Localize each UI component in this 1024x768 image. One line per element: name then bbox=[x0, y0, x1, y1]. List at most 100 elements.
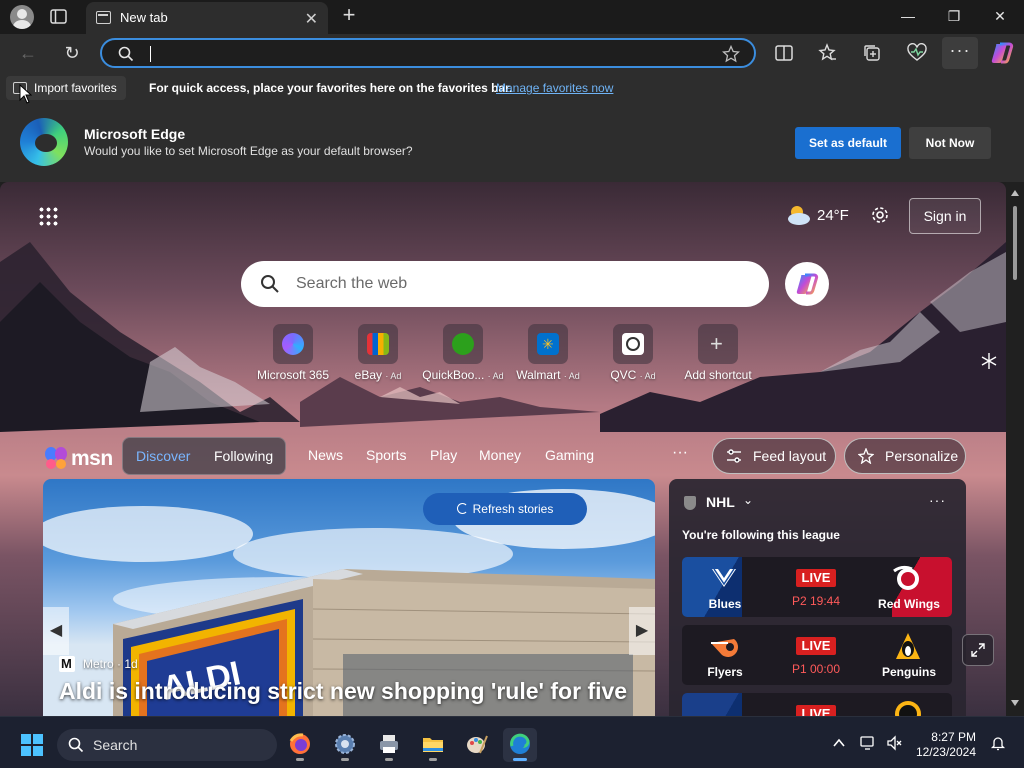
address-search-icon bbox=[118, 46, 134, 62]
quick-link-quickbooks[interactable]: QuickBoo... · Ad bbox=[418, 324, 508, 384]
copilot-search-button[interactable] bbox=[785, 262, 829, 306]
msn-butterfly-icon bbox=[45, 447, 67, 469]
network-icon[interactable] bbox=[860, 735, 876, 751]
expand-feed-button[interactable] bbox=[962, 634, 994, 666]
apps-launcher-icon[interactable] bbox=[38, 206, 58, 226]
game-card-partial[interactable]: LIVE bbox=[682, 693, 952, 716]
web-search-box[interactable] bbox=[241, 261, 769, 307]
scrollbar-thumb[interactable] bbox=[1013, 206, 1017, 280]
scroll-down-arrow-icon[interactable] bbox=[1011, 700, 1019, 706]
system-clock[interactable]: 8:27 PM 12/23/2024 bbox=[912, 730, 976, 760]
weather-temperature[interactable]: 24°F bbox=[817, 207, 849, 224]
sign-in-button[interactable]: Sign in bbox=[909, 198, 981, 234]
collections-icon[interactable] bbox=[862, 43, 882, 63]
game-clock: P1 00:00 bbox=[791, 662, 841, 676]
tile-box bbox=[358, 324, 398, 364]
tab-news[interactable]: News bbox=[308, 447, 343, 463]
live-badge: LIVE bbox=[796, 569, 836, 587]
page-settings-icon[interactable] bbox=[870, 205, 890, 225]
refresh-stories-button[interactable]: Refresh stories bbox=[423, 493, 587, 525]
not-now-button[interactable]: Not Now bbox=[909, 127, 991, 159]
personalize-button[interactable]: Personalize bbox=[844, 438, 966, 474]
minimize-button[interactable]: — bbox=[898, 6, 918, 26]
copilot-icon[interactable] bbox=[990, 42, 1014, 64]
hero-story-card[interactable]: ALDI Refresh stories ◀ ▶ Metro · 1d Aldi… bbox=[43, 479, 655, 716]
feed-layout-button[interactable]: Feed layout bbox=[712, 438, 836, 474]
microsoft-edge-logo-icon bbox=[20, 118, 68, 166]
chevron-up-icon[interactable] bbox=[831, 735, 847, 751]
tab-actions-icon[interactable] bbox=[48, 7, 70, 27]
msn-logo[interactable]: msn bbox=[44, 446, 114, 470]
refresh-stories-label: Refresh stories bbox=[472, 502, 554, 516]
refresh-button[interactable]: ↻ bbox=[61, 42, 83, 64]
back-button[interactable]: ← bbox=[17, 42, 39, 64]
tab-sports[interactable]: Sports bbox=[366, 447, 406, 463]
notification-bell-icon[interactable] bbox=[990, 735, 1006, 751]
profile-avatar-icon[interactable] bbox=[10, 5, 34, 29]
quickbooks-icon bbox=[452, 333, 474, 355]
game-card-blues-red-wings[interactable]: LIVE P2 19:44 Blues Red Wings bbox=[682, 557, 952, 617]
feed-more-button[interactable]: ··· bbox=[672, 444, 688, 462]
infobar-subtitle: Would you like to set Microsoft Edge as … bbox=[84, 144, 413, 158]
tab-discover[interactable]: Discover bbox=[136, 448, 190, 464]
game-card-flyers-penguins[interactable]: LIVE P1 00:00 Flyers Penguins bbox=[682, 625, 952, 685]
taskbar-microsoft-edge[interactable] bbox=[503, 728, 537, 762]
previous-story-button[interactable]: ◀ bbox=[43, 607, 69, 655]
browser-essentials-icon[interactable] bbox=[906, 43, 928, 63]
nhl-more-button[interactable]: ··· bbox=[929, 492, 946, 508]
set-as-default-button[interactable]: Set as default bbox=[795, 127, 901, 159]
quick-link-microsoft-365[interactable]: Microsoft 365 bbox=[248, 324, 338, 384]
address-bar[interactable] bbox=[100, 38, 756, 68]
taskbar-search-box[interactable]: Search bbox=[57, 729, 277, 761]
web-search-input[interactable] bbox=[296, 269, 736, 299]
taskbar-firefox[interactable] bbox=[283, 728, 317, 762]
running-indicator bbox=[385, 758, 393, 761]
split-screen-icon[interactable] bbox=[774, 44, 794, 62]
tab-close-button[interactable]: ✕ bbox=[305, 9, 318, 29]
new-tab-button[interactable]: + bbox=[338, 4, 360, 28]
tab-following[interactable]: Following bbox=[214, 448, 273, 464]
tile-box bbox=[273, 324, 313, 364]
tab-money[interactable]: Money bbox=[479, 447, 521, 463]
weather-partly-cloudy-icon[interactable] bbox=[785, 204, 811, 226]
tile-label: eBay · Ad bbox=[354, 368, 402, 382]
blues-logo-icon bbox=[712, 568, 736, 587]
nhl-shield-icon bbox=[684, 496, 696, 510]
nhl-league-title[interactable]: NHL bbox=[706, 494, 735, 510]
personalize-label: Personalize bbox=[885, 448, 959, 464]
quick-link-ebay[interactable]: eBay · Ad bbox=[333, 324, 423, 384]
tab-gaming[interactable]: Gaming bbox=[545, 447, 594, 463]
settings-gear-icon bbox=[335, 734, 355, 754]
favorite-star-icon[interactable] bbox=[722, 45, 740, 63]
snowflake-icon[interactable] bbox=[980, 352, 998, 370]
quick-links: Microsoft 365 eBay · Ad QuickBoo... · Ad… bbox=[250, 324, 760, 384]
add-shortcut-button[interactable]: + Add shortcut bbox=[673, 324, 763, 384]
page-scrollbar[interactable] bbox=[1006, 182, 1024, 716]
clock-date: 12/23/2024 bbox=[915, 745, 976, 759]
settings-and-more-button[interactable]: ··· bbox=[942, 37, 978, 69]
sparkle-star-icon bbox=[858, 448, 874, 464]
printer-icon bbox=[380, 735, 398, 753]
tab-play[interactable]: Play bbox=[430, 447, 457, 463]
restore-button[interactable]: ❐ bbox=[944, 6, 964, 26]
quick-link-qvc[interactable]: QVC · Ad bbox=[588, 324, 678, 384]
msn-wordmark: msn bbox=[71, 447, 113, 470]
close-window-button[interactable]: ✕ bbox=[990, 6, 1010, 26]
next-story-button[interactable]: ▶ bbox=[629, 607, 655, 655]
volume-muted-icon[interactable] bbox=[886, 735, 902, 751]
favorites-icon[interactable] bbox=[818, 43, 838, 63]
taskbar-file-explorer[interactable] bbox=[416, 728, 450, 762]
tile-box bbox=[443, 324, 483, 364]
taskbar-printer[interactable] bbox=[372, 728, 406, 762]
microsoft-365-icon bbox=[282, 333, 304, 355]
scroll-up-arrow-icon[interactable] bbox=[1011, 190, 1019, 196]
tab-new-tab[interactable]: New tab ✕ bbox=[86, 2, 328, 34]
chevron-down-icon[interactable]: ⌄ bbox=[743, 493, 753, 507]
manage-favorites-link[interactable]: Manage favorites now bbox=[496, 81, 613, 95]
taskbar-paint[interactable] bbox=[460, 728, 494, 762]
running-indicator bbox=[429, 758, 437, 761]
quick-link-walmart[interactable]: ✳ Walmart · Ad bbox=[503, 324, 593, 384]
windows-start-icon[interactable] bbox=[21, 734, 43, 756]
taskbar-settings[interactable] bbox=[328, 728, 362, 762]
story-headline[interactable]: Aldi is introducing strict new shopping … bbox=[59, 678, 649, 705]
